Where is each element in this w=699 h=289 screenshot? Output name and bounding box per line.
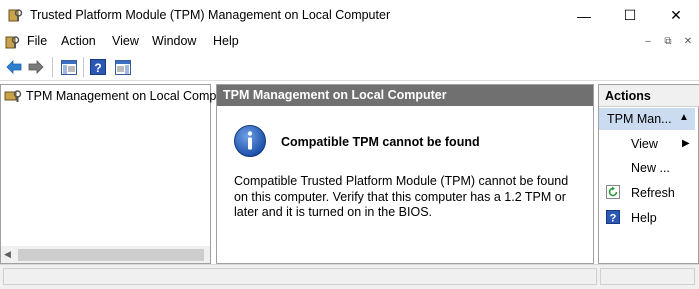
action-new[interactable]: New ...: [631, 161, 670, 175]
toolbar-separator: [83, 57, 84, 77]
svg-text:?: ?: [94, 61, 101, 75]
status-segment: [600, 268, 695, 285]
show-hide-console-tree-icon[interactable]: [59, 57, 79, 77]
mdi-tpm-icon[interactable]: [4, 34, 20, 50]
action-refresh[interactable]: Refresh: [631, 186, 675, 200]
console-tree-pane: [0, 84, 211, 264]
menu-bar: [0, 31, 699, 52]
tree-item-tpm-root[interactable]: TPM Management on Local Comp: [4, 88, 216, 104]
help-icon: ?: [606, 210, 620, 225]
toolbar-separator: [52, 57, 53, 77]
mdi-minimize-button[interactable]: –: [640, 35, 656, 49]
scroll-left-arrow-icon[interactable]: ◀: [4, 249, 11, 260]
svg-text:?: ?: [610, 213, 617, 225]
app-tpm-icon: [7, 7, 23, 23]
refresh-icon: [606, 185, 620, 199]
mdi-close-button[interactable]: ✕: [680, 35, 696, 49]
mdi-restore-button[interactable]: ⧉: [660, 35, 676, 49]
menu-view[interactable]: View: [112, 34, 139, 48]
tpm-chip-icon: [4, 89, 22, 103]
back-arrow-icon[interactable]: [4, 57, 24, 77]
collapse-arrow-icon[interactable]: ▲: [679, 112, 689, 123]
tree-item-label: TPM Management on Local Comp: [26, 89, 217, 103]
actions-group-label: TPM Man...: [607, 112, 672, 126]
forward-arrow-icon[interactable]: [26, 57, 46, 77]
window-title: Trusted Platform Module (TPM) Management…: [30, 8, 391, 22]
menu-action[interactable]: Action: [61, 34, 96, 48]
message-body: Compatible Trusted Platform Module (TPM)…: [234, 174, 569, 219]
menu-help[interactable]: Help: [213, 34, 239, 48]
details-pane-header: TPM Management on Local Computer: [217, 85, 593, 106]
message-title: Compatible TPM cannot be found: [281, 135, 480, 149]
minimize-button[interactable]: —: [561, 0, 607, 31]
status-segment: [3, 268, 597, 285]
submenu-arrow-icon: ▶: [682, 138, 690, 149]
info-icon: [233, 124, 267, 158]
menu-file[interactable]: File: [27, 34, 47, 48]
scrollbar-thumb[interactable]: [18, 249, 204, 261]
action-help[interactable]: Help: [631, 211, 657, 225]
close-button[interactable]: ✕: [653, 0, 699, 31]
help-icon[interactable]: ?: [88, 57, 108, 77]
maximize-button[interactable]: ☐: [607, 0, 653, 31]
show-hide-action-pane-icon[interactable]: [113, 57, 133, 77]
action-view[interactable]: View: [631, 137, 658, 151]
actions-header: Actions: [599, 85, 699, 107]
menu-window[interactable]: Window: [152, 34, 196, 48]
